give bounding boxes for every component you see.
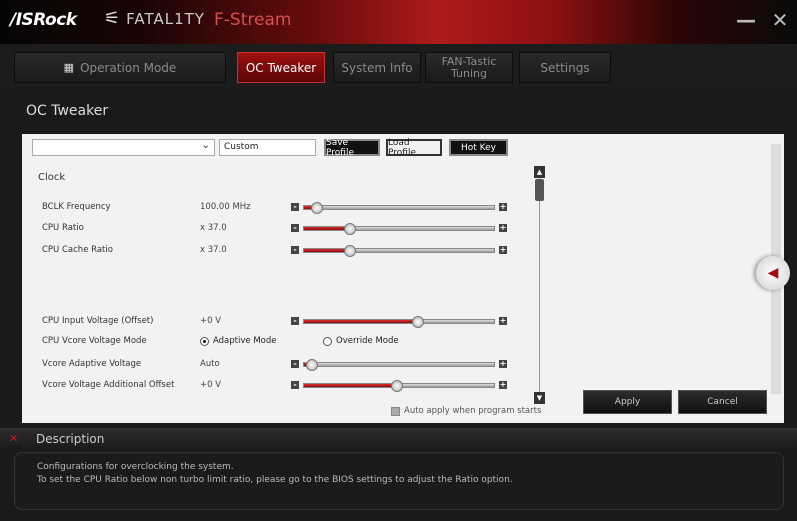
increase-button[interactable]: + bbox=[499, 317, 507, 325]
slider-thumb[interactable] bbox=[412, 316, 424, 328]
cancel-button[interactable]: Cancel bbox=[678, 390, 767, 414]
slider-thumb[interactable] bbox=[343, 245, 356, 257]
bclk-frequency-slider[interactable]: - + bbox=[291, 202, 507, 214]
radio-selected-icon bbox=[200, 336, 209, 346]
slider-fill bbox=[304, 384, 398, 387]
slider-thumb[interactable] bbox=[391, 380, 404, 392]
decrease-button[interactable]: - bbox=[291, 224, 299, 232]
radio-unselected-icon bbox=[323, 336, 332, 346]
clock-group-label: Clock bbox=[38, 172, 66, 183]
scrollbar-thumb[interactable] bbox=[535, 179, 544, 201]
decrease-button[interactable]: - bbox=[291, 246, 299, 254]
description-title: Description bbox=[36, 432, 105, 446]
collapse-arrow-icon[interactable]: ◀ bbox=[756, 256, 790, 290]
description-line-2: To set the CPU Ratio below non turbo lim… bbox=[37, 475, 513, 485]
settings-scrollbar[interactable]: ▲ ▼ bbox=[534, 166, 545, 404]
apply-button[interactable]: Apply bbox=[583, 390, 672, 414]
minimize-icon[interactable]: — bbox=[732, 6, 760, 34]
slider-track bbox=[303, 380, 495, 392]
vcore-adaptive-voltage-value: Auto bbox=[200, 359, 220, 369]
description-header: ✕ Description bbox=[0, 428, 797, 450]
scroll-down-icon[interactable]: ▼ bbox=[534, 392, 545, 404]
slider-track bbox=[303, 245, 495, 257]
oc-tweaker-panel: ⌄ Custom Save Profile Load Profile Hot K… bbox=[22, 134, 784, 423]
checkbox-icon bbox=[391, 406, 400, 416]
scroll-up-icon[interactable]: ▲ bbox=[534, 166, 545, 178]
chevron-down-icon: ⌄ bbox=[201, 140, 210, 151]
cpu-input-voltage-label: CPU Input Voltage (Offset) bbox=[42, 316, 154, 326]
cpu-input-voltage-value: +0 V bbox=[200, 316, 222, 326]
scrollbar-track bbox=[539, 178, 540, 392]
vcore-adaptive-voltage-slider[interactable]: - + bbox=[291, 359, 507, 371]
vcore-additional-offset-value: +0 V bbox=[200, 380, 222, 390]
increase-button[interactable]: + bbox=[499, 246, 507, 254]
decrease-button[interactable]: - bbox=[291, 381, 299, 389]
increase-button[interactable]: + bbox=[499, 203, 507, 211]
vcore-additional-offset-slider[interactable]: - + bbox=[291, 380, 507, 392]
cpu-ratio-slider[interactable]: - + bbox=[291, 223, 507, 235]
cpu-cache-ratio-label: CPU Cache Ratio bbox=[42, 245, 113, 255]
decrease-button[interactable]: - bbox=[291, 360, 299, 368]
tab-fan-tastic-tuning[interactable]: FAN-Tastic Tuning bbox=[425, 52, 513, 83]
hot-key-button[interactable]: Hot Key bbox=[449, 139, 508, 156]
main-navigation: ▦ Operation Mode OC Tweaker System Info … bbox=[0, 44, 797, 88]
slider-fill bbox=[304, 320, 418, 323]
vcore-mode-label: CPU Vcore Voltage Mode bbox=[42, 336, 147, 346]
bclk-frequency-value: 100.00 MHz bbox=[200, 202, 251, 212]
load-profile-button[interactable]: Load Profile bbox=[386, 138, 442, 158]
profile-name-field[interactable]: Custom bbox=[219, 139, 316, 156]
decrease-button[interactable]: - bbox=[291, 317, 299, 325]
page-title: OC Tweaker bbox=[26, 103, 109, 119]
decrease-button[interactable]: - bbox=[291, 203, 299, 211]
bclk-frequency-label: BCLK Frequency bbox=[42, 202, 111, 212]
grid-icon: ▦ bbox=[63, 60, 75, 74]
slider-thumb[interactable] bbox=[305, 359, 318, 371]
vcore-adaptive-voltage-label: Vcore Adaptive Voltage bbox=[42, 359, 142, 369]
override-mode-radio[interactable]: Override Mode bbox=[323, 336, 399, 346]
save-profile-button[interactable]: Save Profile bbox=[324, 138, 380, 158]
slider-track bbox=[303, 359, 495, 371]
tab-operation-mode-label: Operation Mode bbox=[80, 60, 177, 75]
vcore-additional-offset-label: Vcore Voltage Additional Offset bbox=[42, 380, 175, 390]
tab-settings[interactable]: Settings bbox=[519, 52, 611, 83]
slider-fill bbox=[304, 227, 350, 230]
fatality-icon: ⚟ bbox=[104, 8, 121, 29]
cpu-cache-ratio-value: x 37.0 bbox=[200, 245, 227, 255]
cpu-ratio-label: CPU Ratio bbox=[42, 223, 84, 233]
auto-apply-checkbox[interactable]: Auto apply when program starts bbox=[391, 406, 541, 416]
title-bar: /ISRock ⚟ FATAL1TY F-Stream — ✕ bbox=[0, 0, 797, 44]
increase-button[interactable]: + bbox=[499, 360, 507, 368]
slider-track bbox=[303, 316, 495, 328]
adaptive-mode-label: Adaptive Mode bbox=[213, 336, 277, 346]
cpu-input-voltage-slider[interactable]: - + bbox=[291, 316, 507, 328]
tab-oc-tweaker[interactable]: OC Tweaker bbox=[237, 52, 325, 83]
slider-thumb[interactable] bbox=[311, 202, 324, 214]
close-icon[interactable]: ✕ bbox=[766, 6, 794, 34]
slider-track bbox=[303, 202, 495, 214]
asrock-logo: /ISRock bbox=[10, 10, 77, 30]
override-mode-label: Override Mode bbox=[336, 336, 399, 346]
adaptive-mode-radio[interactable]: Adaptive Mode bbox=[200, 336, 276, 346]
fatality-logo: ⚟ FATAL1TY bbox=[104, 8, 205, 29]
cpu-cache-ratio-slider[interactable]: - + bbox=[291, 245, 507, 257]
fatality-text: FATAL1TY bbox=[126, 9, 205, 28]
tab-operation-mode[interactable]: ▦ Operation Mode bbox=[14, 52, 226, 83]
slider-track bbox=[303, 223, 495, 235]
cpu-ratio-value: x 37.0 bbox=[200, 223, 227, 233]
app-title: F-Stream bbox=[214, 10, 292, 30]
auto-apply-label: Auto apply when program starts bbox=[404, 406, 542, 416]
increase-button[interactable]: + bbox=[499, 224, 507, 232]
description-line-1: Configurations for overclocking the syst… bbox=[37, 462, 234, 472]
slider-thumb[interactable] bbox=[343, 223, 356, 235]
description-close-icon[interactable]: ✕ bbox=[9, 432, 18, 445]
slider-fill bbox=[304, 249, 350, 252]
tab-system-info[interactable]: System Info bbox=[333, 52, 421, 83]
profile-dropdown[interactable]: ⌄ bbox=[32, 139, 215, 156]
description-box: Configurations for overclocking the syst… bbox=[14, 452, 784, 510]
increase-button[interactable]: + bbox=[499, 381, 507, 389]
